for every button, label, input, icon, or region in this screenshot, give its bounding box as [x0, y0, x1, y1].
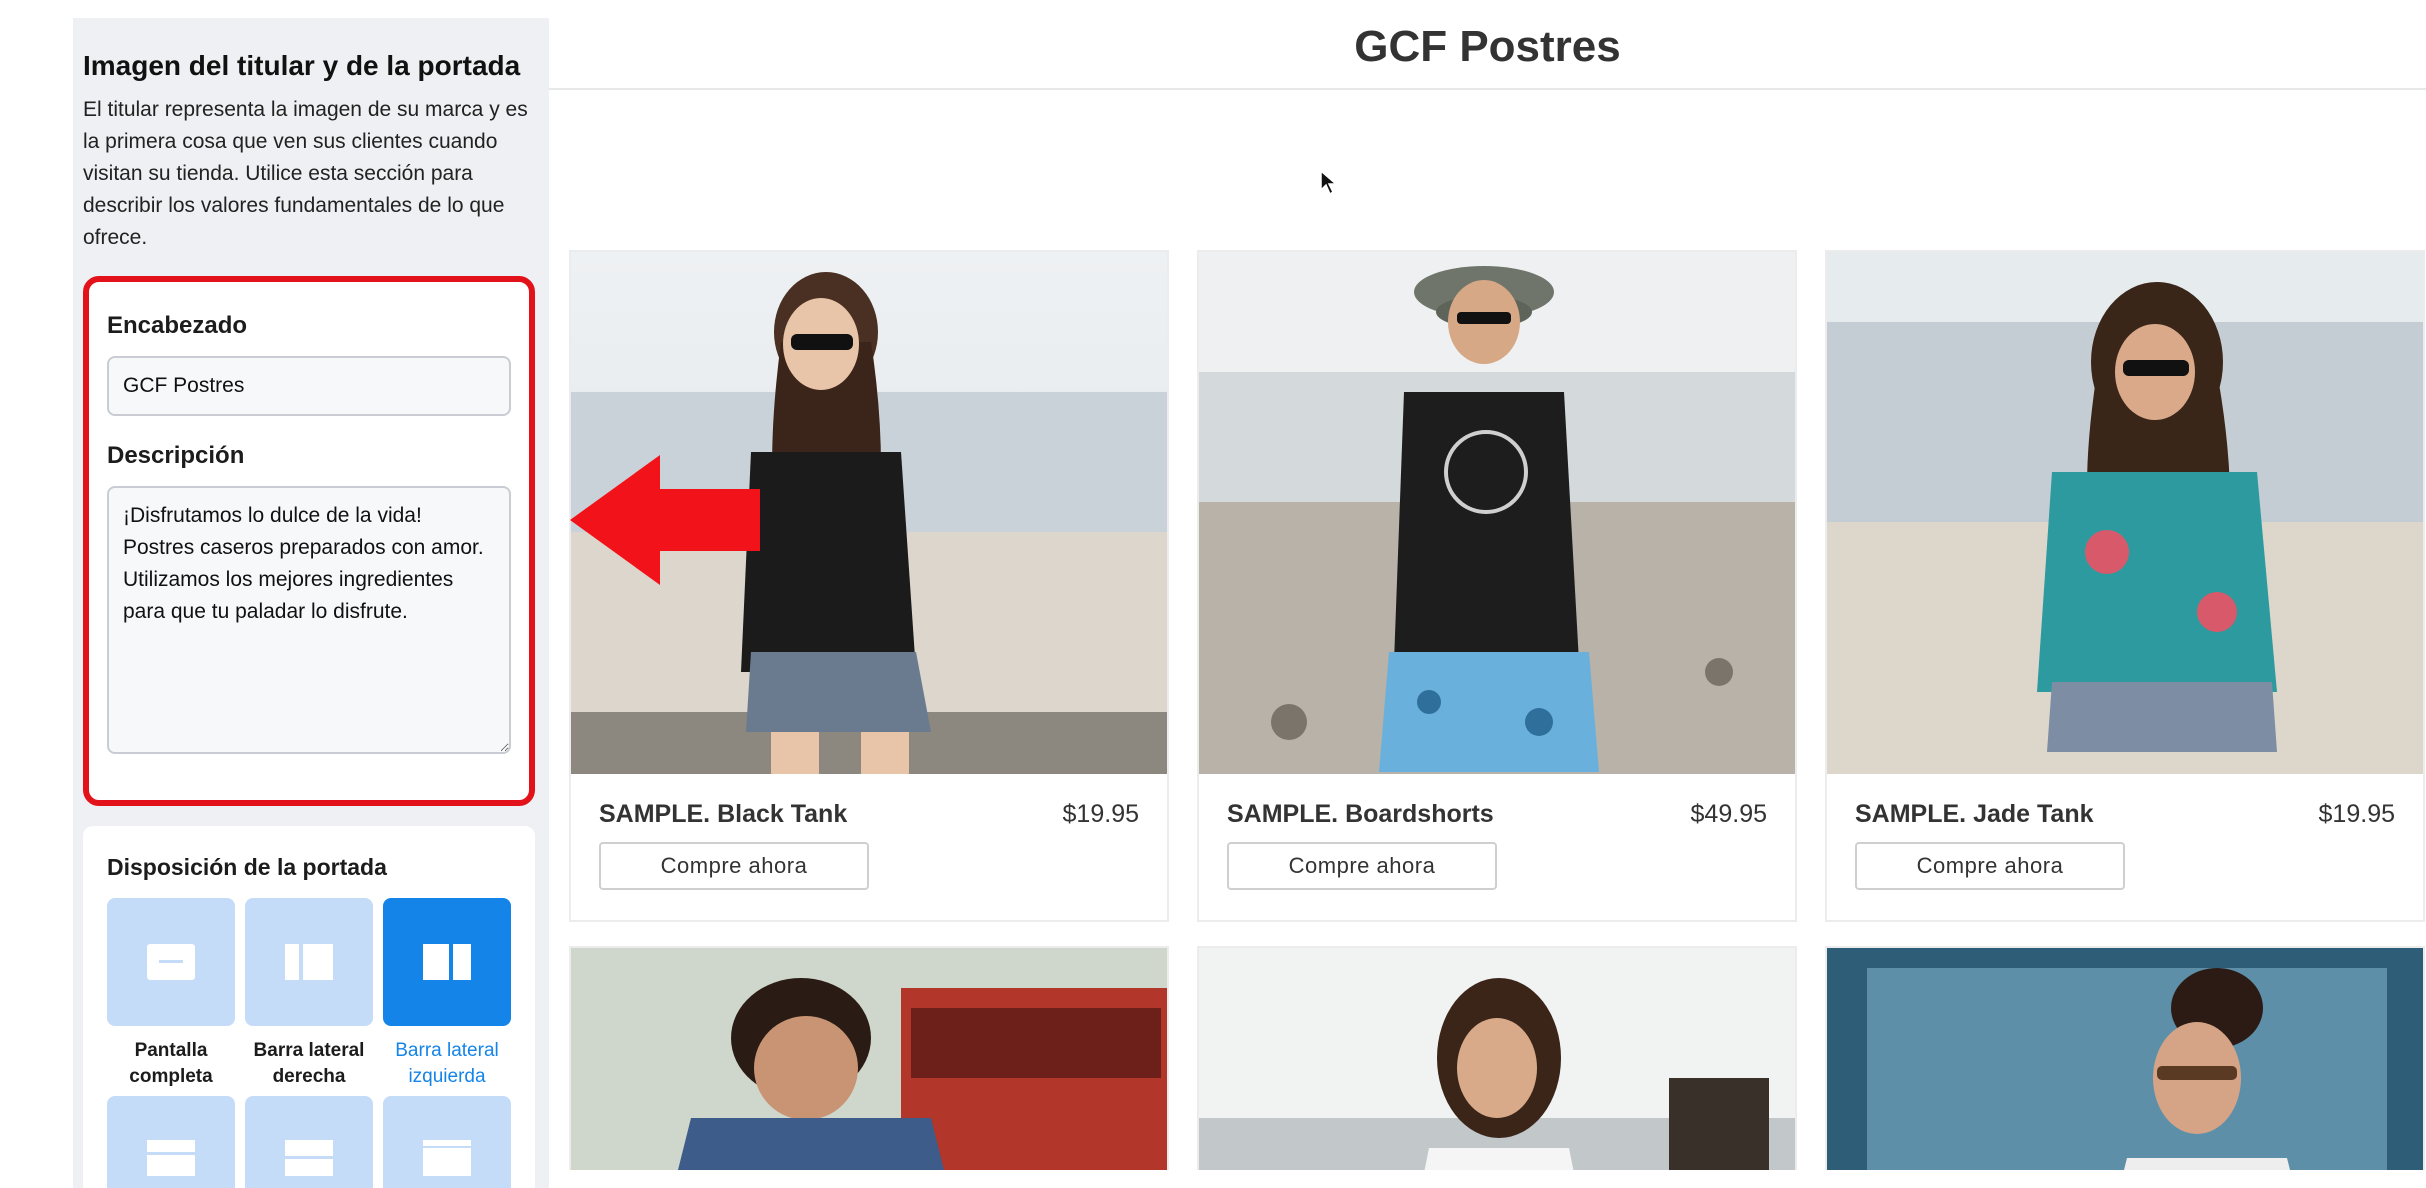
- product-name: SAMPLE. Black Tank: [599, 800, 848, 828]
- description-label: Descripción: [107, 442, 245, 469]
- left-sidebar-layout-icon: [383, 898, 511, 1026]
- layout-option-banner-middle[interactable]: [245, 1096, 373, 1188]
- product-name: SAMPLE. Jade Tank: [1855, 800, 2094, 828]
- theme-editor-panel: Imagen del titular y de la portada El ti…: [73, 18, 549, 1188]
- product-card[interactable]: [1197, 946, 1797, 1170]
- layout-label: Pantalla completa: [129, 1040, 213, 1087]
- product-image[interactable]: [571, 948, 1167, 1170]
- banner-top-layout-icon: [107, 1096, 235, 1188]
- layout-title: Disposición de la portada: [107, 854, 387, 880]
- product-image[interactable]: [1827, 252, 2423, 774]
- buy-now-button[interactable]: Compre ahora: [1855, 842, 2125, 890]
- product-grid: SAMPLE. Black Tank $19.95 Compre ahora S…: [569, 250, 2426, 1170]
- product-card[interactable]: [1825, 946, 2425, 1170]
- banner-middle-layout-icon: [245, 1096, 373, 1188]
- layout-option-full-screen[interactable]: Pantalla completa: [107, 898, 235, 1090]
- layout-option-left-sidebar[interactable]: Barra lateral izquierda: [383, 898, 511, 1090]
- product-card[interactable]: SAMPLE. Jade Tank $19.95 Compre ahora: [1825, 250, 2425, 922]
- buy-now-button[interactable]: Compre ahora: [1227, 842, 1497, 890]
- layout-label: Barra lateral derecha: [253, 1040, 365, 1087]
- layout-option-banner-top[interactable]: [107, 1096, 235, 1188]
- store-preview: GCF Postres SAMPLE. Black Tank $19.95 Co…: [549, 0, 2426, 1170]
- description-textarea[interactable]: ¡Disfrutamos lo dulce de la vida! Postre…: [107, 486, 511, 754]
- product-price: $19.95: [2318, 800, 2395, 828]
- product-price: $19.95: [1062, 800, 1139, 828]
- red-arrow-icon: [570, 455, 760, 585]
- full-screen-layout-icon: [107, 898, 235, 1026]
- heading-label: Encabezado: [107, 312, 248, 339]
- product-image[interactable]: [1199, 948, 1795, 1170]
- layout-option-right-sidebar[interactable]: Barra lateral derecha: [245, 898, 373, 1090]
- product-price: $49.95: [1690, 800, 1767, 828]
- product-image[interactable]: [1199, 252, 1795, 774]
- mouse-cursor-icon: [1320, 170, 1338, 196]
- section-title: Imagen del titular y de la portada: [83, 50, 521, 81]
- store-title: GCF Postres: [1354, 22, 1621, 71]
- banner-bottom-layout-icon: [383, 1096, 511, 1188]
- product-name: SAMPLE. Boardshorts: [1227, 800, 1494, 828]
- section-description: El titular representa la imagen de su ma…: [83, 98, 528, 249]
- buy-now-button[interactable]: Compre ahora: [599, 842, 869, 890]
- product-image[interactable]: [1827, 948, 2423, 1170]
- product-card[interactable]: SAMPLE. Boardshorts $49.95 Compre ahora: [1197, 250, 1797, 922]
- product-card[interactable]: SAMPLE. Black Tank $19.95 Compre ahora: [569, 250, 1169, 922]
- layout-label: Barra lateral izquierda: [395, 1040, 499, 1087]
- heading-input[interactable]: [107, 356, 511, 416]
- layout-option-banner-bottom[interactable]: [383, 1096, 511, 1188]
- right-sidebar-layout-icon: [245, 898, 373, 1026]
- heading-settings-card: Encabezado Descripción ¡Disfrutamos lo d…: [83, 276, 535, 806]
- product-card[interactable]: [569, 946, 1169, 1170]
- store-header: GCF Postres: [549, 0, 2426, 90]
- layout-settings-card: Disposición de la portada Pantalla compl…: [83, 826, 535, 1188]
